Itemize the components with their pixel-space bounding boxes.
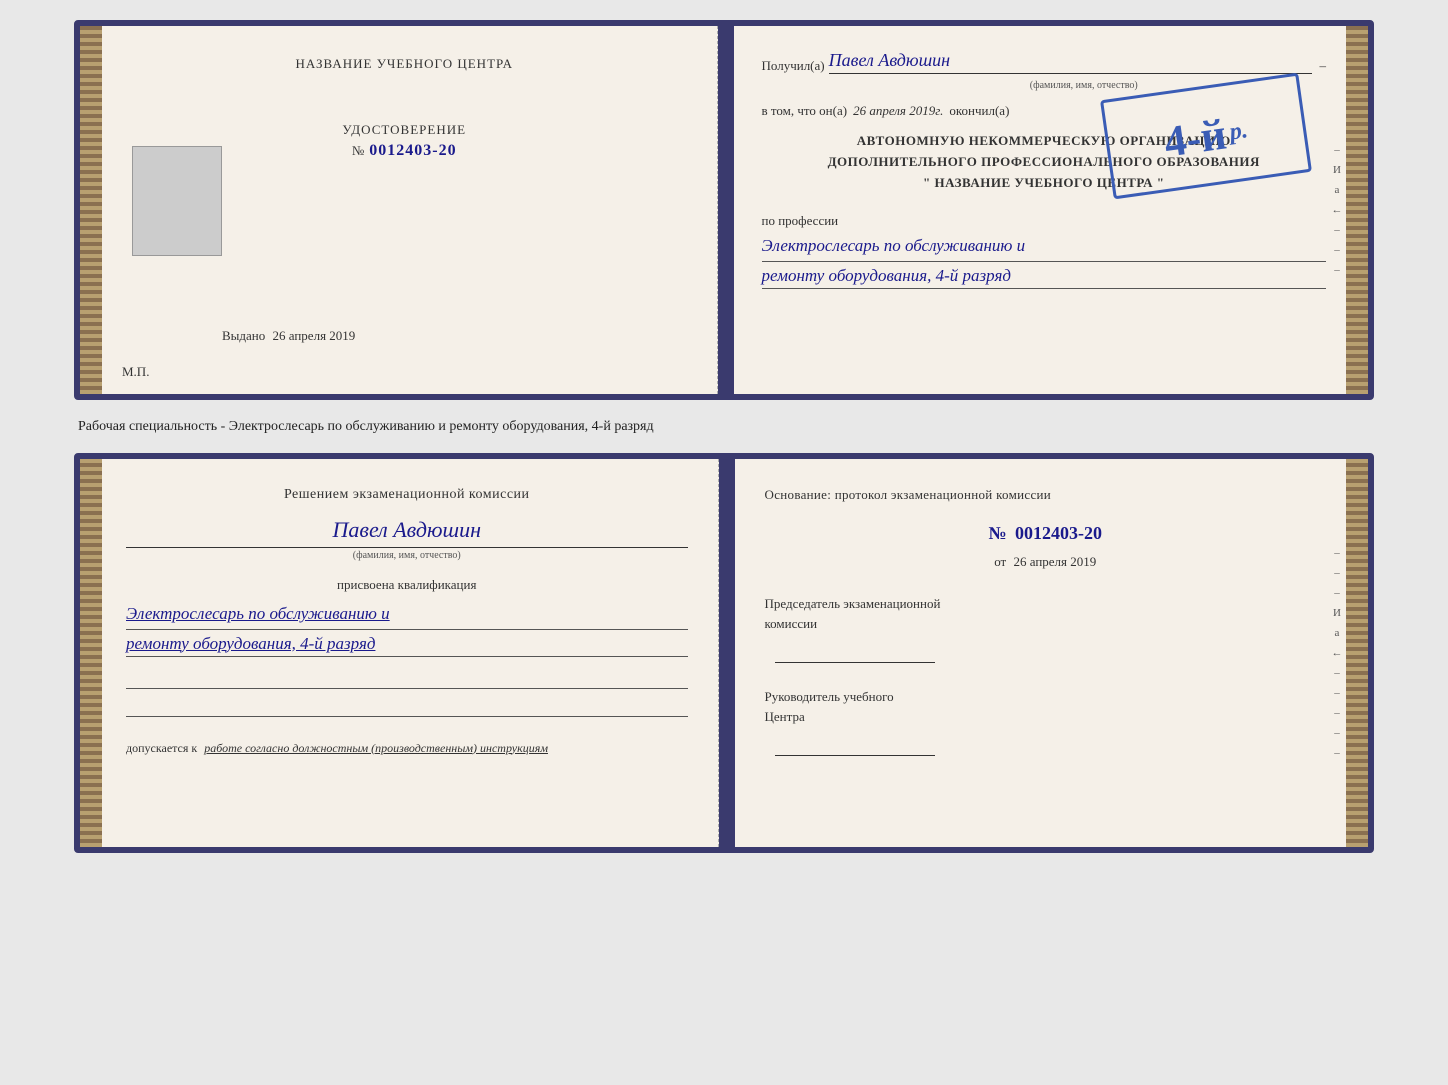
profession-label: по профессии [762, 213, 1327, 229]
qualification-line2: ремонту оборудования, 4-й разряд [126, 634, 688, 657]
osnov-label: Основание: протокол экзаменационной коми… [765, 487, 1327, 503]
bottom-left-page: Решением экзаменационной комиссии Павел … [102, 459, 719, 847]
bottom-side-char-10: – [1334, 727, 1340, 739]
protocol-prefix: № [988, 523, 1006, 543]
left-edge-decoration [80, 26, 102, 394]
blank-line-1 [126, 667, 688, 689]
vtom-label: в том, что он(а) [762, 103, 848, 119]
caption-main: Рабочая специальность - Электрослесарь п… [78, 419, 654, 434]
cert-label: УДОСТОВЕРЕНИЕ [342, 122, 466, 138]
bottom-book-spine [719, 459, 735, 847]
bottom-right-page: Основание: протокол экзаменационной коми… [735, 459, 1347, 847]
org-line2: ДОПОЛНИТЕЛЬНОГО ПРОФЕССИОНАЛЬНОГО ОБРАЗО… [762, 152, 1327, 173]
bottom-side-char-3: – [1334, 587, 1340, 599]
bottom-left-edge-decoration [80, 459, 102, 847]
bottom-side-char-6: ← [1332, 647, 1343, 659]
decision-title: Решением экзаменационной комиссии [126, 487, 688, 503]
ot-prefix: от [994, 554, 1006, 569]
side-char-1: – [1334, 144, 1340, 156]
bottom-side-char-11: – [1334, 747, 1340, 759]
chairman-title: Председатель экзаменационной комиссии [765, 594, 1327, 633]
protocol-number-block: № 0012403-20 [765, 523, 1327, 544]
protocol-number: 0012403-20 [1015, 523, 1102, 543]
director-title: Руководитель учебного Центра [765, 687, 1327, 726]
side-char-4: ← [1332, 204, 1343, 216]
person-name-large: Павел Авдюшин [126, 517, 688, 548]
bottom-certificate-spread: Решением экзаменационной комиссии Павел … [74, 453, 1374, 853]
top-center-title: НАЗВАНИЕ УЧЕБНОГО ЦЕНТРА [296, 56, 513, 72]
org-line3: " НАЗВАНИЕ УЧЕБНОГО ЦЕНТРА " [762, 173, 1327, 194]
director-signature-line [775, 734, 935, 756]
issued-label: Выдано [222, 328, 265, 343]
side-char-3: а [1335, 184, 1340, 196]
issued-date: 26 апреля 2019 [273, 328, 356, 343]
director-block: Руководитель учебного Центра [765, 687, 1327, 756]
profession-line2: ремонту оборудования, 4-й разряд [762, 266, 1327, 289]
director-line1: Руководитель учебного [765, 687, 1327, 707]
profession-block: по профессии Электрослесарь по обслужива… [762, 213, 1327, 289]
okonchill-label: окончил(а) [949, 103, 1009, 119]
bottom-side-char-1: – [1334, 547, 1340, 559]
cert-number: 0012403-20 [369, 142, 456, 160]
side-char-6: – [1334, 244, 1340, 256]
assigned-label: присвоена квалификация [126, 577, 688, 593]
top-certificate-spread: НАЗВАНИЕ УЧЕБНОГО ЦЕНТРА УДОСТОВЕРЕНИЕ №… [74, 20, 1374, 400]
blank-lines [126, 667, 688, 723]
dopusk-text: работе согласно должностным (производств… [204, 741, 548, 755]
profession-line1: Электрослесарь по обслуживанию и [762, 233, 1327, 262]
fio-hint-top: (фамилия, имя, отчество) [842, 80, 1327, 91]
fio-hint-bottom: (фамилия, имя, отчество) [126, 550, 688, 561]
cert-number-block: УДОСТОВЕРЕНИЕ № 0012403-20 [342, 122, 466, 160]
side-char-5: – [1334, 224, 1340, 236]
bottom-side-char-5: а [1335, 627, 1340, 639]
qualification-line1: Электрослесарь по обслуживанию и [126, 601, 688, 630]
dopusk-label: допускается к [126, 741, 197, 755]
vtom-date: 26 апреля 2019г. [853, 103, 943, 119]
ot-date-block: от 26 апреля 2019 [765, 554, 1327, 570]
bottom-side-char-7: – [1334, 667, 1340, 679]
chairman-line2: комиссии [765, 614, 1327, 634]
right-edge-decoration [1346, 26, 1368, 394]
bottom-side-char-8: – [1334, 687, 1340, 699]
org-line1: АВТОНОМНУЮ НЕКОММЕРЧЕСКУЮ ОРГАНИЗАЦИЮ [762, 131, 1327, 152]
chairman-signature-line [775, 641, 935, 663]
chairman-block: Председатель экзаменационной комиссии [765, 594, 1327, 663]
cert-number-prefix: № [352, 143, 365, 159]
bottom-side-char-9: – [1334, 707, 1340, 719]
caption-text: Рабочая специальность - Электрослесарь п… [74, 416, 1374, 437]
ot-date: 26 апреля 2019 [1013, 554, 1096, 569]
org-block: АВТОНОМНУЮ НЕКОММЕРЧЕСКУЮ ОРГАНИЗАЦИЮ ДО… [762, 131, 1327, 193]
top-left-page: НАЗВАНИЕ УЧЕБНОГО ЦЕНТРА УДОСТОВЕРЕНИЕ №… [102, 26, 718, 394]
photo-placeholder [132, 146, 222, 256]
book-spine [718, 26, 734, 394]
bottom-side-char-4: И [1333, 607, 1341, 619]
bottom-side-char-2: – [1334, 567, 1340, 579]
mp-label: М.П. [122, 364, 149, 380]
recipient-label: Получил(а) [762, 58, 825, 74]
chairman-line1: Председатель экзаменационной [765, 594, 1327, 614]
director-line2: Центра [765, 707, 1327, 727]
right-side-chars: – И а ← – – – [1328, 26, 1346, 394]
side-char-2: И [1333, 164, 1341, 176]
recipient-name: Павел Авдюшин [829, 50, 1312, 74]
dopusk-block: допускается к работе согласно должностны… [126, 739, 688, 757]
top-right-page: 4-й р. Получил(а) Павел Авдюшин – (фамил… [734, 26, 1347, 394]
blank-line-2 [126, 695, 688, 717]
side-char-7: – [1334, 264, 1340, 276]
bottom-right-side-chars: – – – И а ← – – – – – [1328, 459, 1346, 847]
recipient-line: Получил(а) Павел Авдюшин – [762, 50, 1327, 74]
issued-line: Выдано 26 апреля 2019 [122, 328, 687, 344]
vtom-line: в том, что он(а) 26 апреля 2019г. окончи… [762, 103, 1327, 119]
bottom-right-edge-decoration [1346, 459, 1368, 847]
